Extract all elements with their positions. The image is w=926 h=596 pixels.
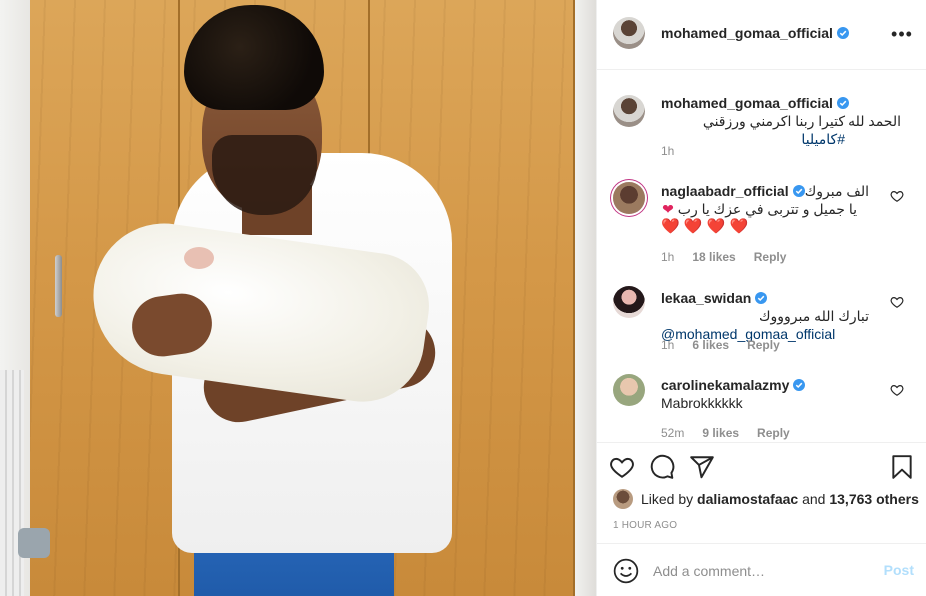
instagram-post: mohamed_gomaa_official ••• mohamed_gomaa… <box>0 0 926 596</box>
radiator-valve <box>18 528 50 558</box>
like-comment-heart-icon[interactable] <box>890 189 904 203</box>
verified-icon <box>836 97 849 109</box>
reply-button[interactable]: Reply <box>754 250 787 264</box>
caption-username[interactable]: mohamed_gomaa_official <box>661 95 833 111</box>
comment-time[interactable]: 52m <box>661 426 684 440</box>
comment-text: Mabrokkkkkk <box>661 395 743 411</box>
add-comment-bar: Post <box>597 543 926 596</box>
verified-icon <box>792 185 805 197</box>
hashtag-link[interactable]: #كاميليا <box>801 131 845 147</box>
comment-input[interactable] <box>653 558 873 584</box>
heart-icon[interactable] <box>609 454 635 480</box>
comment-time[interactable]: 1h <box>661 250 674 264</box>
caption-line-2: كتيرا ربنا اكرمني ورزقني <box>702 113 845 129</box>
emoji-icon[interactable] <box>613 558 639 584</box>
verified-icon <box>836 27 849 39</box>
caption: mohamed_gomaa_official الحمد لله كتيرا ر… <box>661 94 901 148</box>
verified-icon <box>793 379 806 391</box>
avatar[interactable] <box>613 182 645 214</box>
comment: naglaabadr_official الف مبروك يا جميل و … <box>661 182 901 236</box>
comment-icon[interactable] <box>649 454 675 480</box>
verified-icon <box>755 292 768 304</box>
comment-likes[interactable]: 6 likes <box>692 338 729 352</box>
man-holding-baby <box>83 5 472 596</box>
caption-meta: 1h <box>661 144 674 158</box>
avatar[interactable] <box>613 95 645 127</box>
comment-meta: 52m 9 likes Reply <box>661 426 790 440</box>
avatar[interactable] <box>613 17 645 49</box>
comment-likes[interactable]: 18 likes <box>692 250 735 264</box>
hair <box>184 5 324 110</box>
post-photo[interactable] <box>0 0 597 596</box>
reply-button[interactable]: Reply <box>757 426 790 440</box>
more-icon[interactable]: ••• <box>890 22 914 46</box>
comment-username[interactable]: carolinekamalazmy <box>661 377 789 393</box>
door-handle <box>55 255 62 317</box>
liker-username[interactable]: daliamostafaac <box>697 491 798 507</box>
and-label: and <box>802 491 826 507</box>
post-header: mohamed_gomaa_official ••• <box>597 0 926 70</box>
liker-avatar[interactable] <box>613 489 633 509</box>
comment-meta: 1h 6 likes Reply <box>661 338 780 352</box>
caption-line-1: الحمد لله <box>848 113 901 129</box>
share-icon[interactable] <box>689 454 715 480</box>
author-username[interactable]: mohamed_gomaa_official <box>661 25 849 41</box>
author-username-text[interactable]: mohamed_gomaa_official <box>661 25 833 41</box>
comment-time[interactable]: 1h <box>661 338 674 352</box>
heart-emojis: ❤️ ❤️ ❤️ ❤️ <box>661 218 749 235</box>
bookmark-icon[interactable] <box>889 454 915 480</box>
avatar[interactable] <box>613 286 645 318</box>
comments-list[interactable]: mohamed_gomaa_official الحمد لله كتيرا ر… <box>597 71 926 443</box>
post-timestamp[interactable]: 1 HOUR AGO <box>613 520 677 531</box>
comment-text-line-1: تبارك الله مبروووك <box>758 308 869 324</box>
liked-by-label: Liked by <box>641 491 694 507</box>
comment-likes[interactable]: 9 likes <box>702 426 739 440</box>
radiator <box>0 370 24 596</box>
comment-username[interactable]: lekaa_swidan <box>661 290 751 306</box>
like-comment-heart-icon[interactable] <box>890 383 904 397</box>
like-comment-heart-icon[interactable] <box>890 295 904 309</box>
comment-text-line-2: يا جميل و تتربى في عزك يا رب <box>677 201 857 217</box>
post-sidebar: mohamed_gomaa_official ••• mohamed_gomaa… <box>597 0 926 596</box>
baby-face <box>184 247 214 269</box>
comment: lekaa_swidan تبارك الله مبروووك @mohamed… <box>661 289 901 343</box>
comment-username[interactable]: naglaabadr_official <box>661 183 789 199</box>
likes-summary: Liked by daliamostafaac and 13,763 other… <box>641 491 919 507</box>
comment: carolinekamalazmy Mabrokkkkkk <box>661 376 901 412</box>
others-count[interactable]: 13,763 others <box>829 491 919 507</box>
comment-text-line-1: الف مبروك <box>804 183 869 199</box>
caption-time[interactable]: 1h <box>661 144 674 158</box>
reply-button[interactable]: Reply <box>747 338 780 352</box>
wall <box>575 0 596 596</box>
comment-meta: 1h 18 likes Reply <box>661 250 786 264</box>
post-comment-button[interactable]: Post <box>884 562 914 578</box>
avatar[interactable] <box>613 374 645 406</box>
